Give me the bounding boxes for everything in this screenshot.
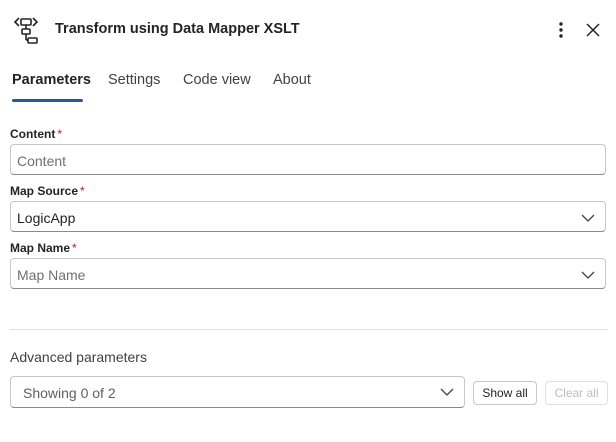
required-mark: *: [72, 241, 77, 255]
content-label-text: Content: [10, 127, 56, 141]
map-source-label-text: Map Source: [10, 184, 79, 198]
map-source-label: Map Source *: [10, 184, 85, 198]
panel-title: Transform using Data Mapper XSLT: [55, 21, 300, 37]
advanced-dropdown-text: Showing 0 of 2: [23, 385, 116, 401]
tab-parameters[interactable]: Parameters: [12, 72, 91, 88]
required-mark: *: [57, 127, 62, 141]
required-mark: *: [80, 184, 85, 198]
advanced-parameters-dropdown[interactable]: Showing 0 of 2: [10, 376, 465, 408]
map-name-label: Map Name *: [10, 241, 77, 255]
tab-about[interactable]: About: [273, 72, 311, 88]
tab-code-view[interactable]: Code view: [183, 72, 251, 88]
tab-settings[interactable]: Settings: [108, 72, 160, 88]
close-icon[interactable]: [583, 19, 603, 41]
advanced-parameters-label: Advanced parameters: [10, 349, 147, 365]
active-tab-indicator: [12, 99, 83, 102]
chevron-down-icon: [581, 214, 595, 222]
map-name-label-text: Map Name: [10, 241, 71, 255]
section-divider: [10, 329, 608, 330]
map-source-dropdown[interactable]: LogicApp: [10, 201, 606, 232]
content-placeholder: Content: [17, 153, 67, 169]
chevron-down-icon: [440, 388, 454, 396]
content-input[interactable]: Content: [10, 144, 606, 175]
map-source-value: LogicApp: [17, 210, 76, 226]
content-label: Content *: [10, 127, 62, 141]
map-name-dropdown[interactable]: Map Name: [10, 258, 606, 289]
show-all-button[interactable]: Show all: [473, 381, 537, 405]
clear-all-button[interactable]: Clear all: [545, 381, 608, 405]
map-name-placeholder: Map Name: [17, 267, 86, 283]
chevron-down-icon: [581, 271, 595, 279]
more-options-icon[interactable]: [551, 19, 571, 41]
data-mapper-icon: [12, 15, 40, 47]
